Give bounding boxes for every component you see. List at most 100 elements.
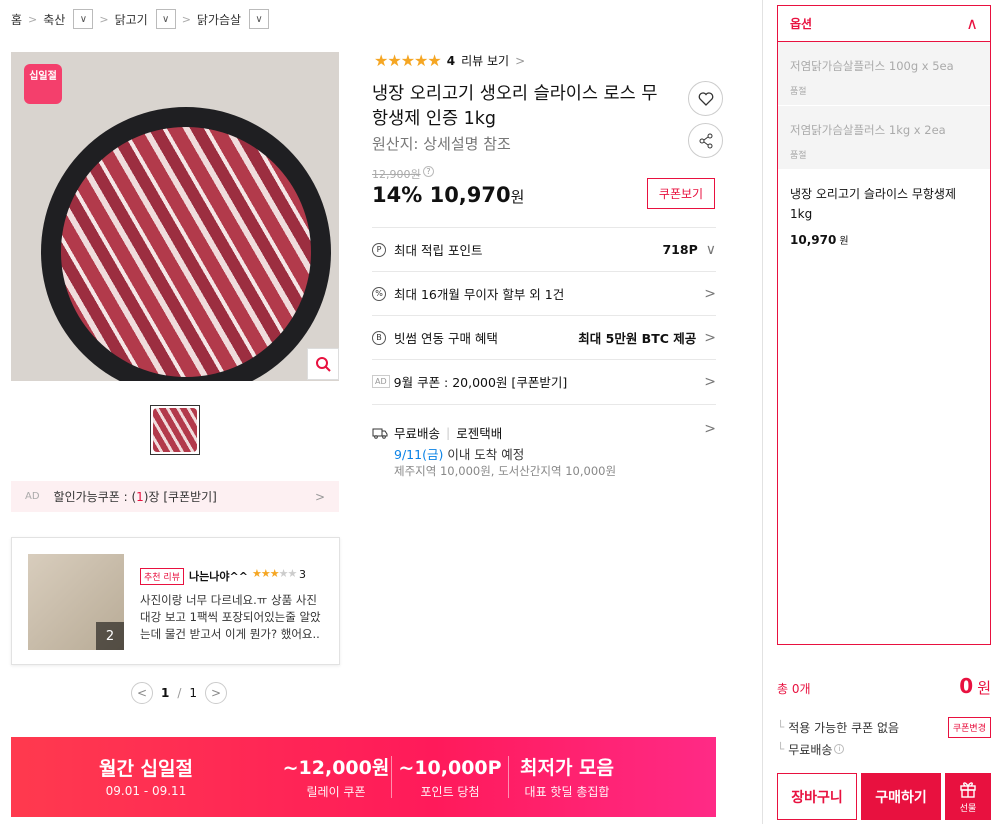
banner-point-small: 포인트 당첨 (420, 784, 480, 799)
review-text: 사진이랑 너무 다르네요.ㅠ 상품 사진 대강 보고 1팩씩 포장되어있는줄 알… (140, 593, 321, 641)
zoom-button[interactable] (307, 348, 339, 380)
bullet: └ (777, 742, 785, 756)
review-score: 3 (299, 568, 306, 581)
installment-label: 최대 16개월 무이자 할부 외 1건 (394, 287, 565, 302)
option-selected[interactable]: 냉장 오리고기 슬라이스 무항생제 1kg 10,970 원 (778, 170, 990, 261)
event-banner[interactable]: 월간 십일절 09.01 - 09.11 ~12,000원 릴레이 쿠폰 ~10… (11, 737, 716, 817)
share-button[interactable] (688, 123, 723, 158)
question-icon[interactable]: ? (423, 166, 434, 177)
prev-page-button[interactable]: < (131, 682, 153, 704)
selected-price-value: 10,970 (790, 233, 837, 247)
buy-button[interactable]: 구매하기 (861, 773, 941, 820)
search-icon (316, 357, 331, 372)
review-photo[interactable]: 2 (28, 554, 124, 650)
coupon-note: 적용 가능한 쿠폰 없음 (788, 720, 900, 735)
chevron-down-icon[interactable]: ∨ (73, 9, 94, 29)
cart-button[interactable]: 장바구니 (777, 773, 857, 820)
chevron-down-icon[interactable]: ∨ (155, 9, 176, 29)
shipping-row[interactable]: 무료배송 | 로젠택배 9/11(금) 이내 도착 예정 제주지역 10,000… (372, 404, 716, 479)
points-label: 최대 적립 포인트 (394, 243, 483, 258)
coupon-view-button[interactable]: 쿠폰보기 (647, 178, 715, 209)
option-item[interactable]: 저염닭가슴살플러스 100g x 5ea 품절 (778, 42, 990, 106)
review-stars: ★★★★★ (252, 567, 298, 580)
chevron-right-icon: > (704, 373, 716, 390)
sale-price: 14% 10,970원 (372, 183, 524, 207)
truck-icon (372, 428, 388, 439)
star-filled-icon: ★★★ (252, 567, 280, 580)
ad-coupon-suffix: )장 [쿠폰받기] (143, 490, 217, 504)
chevron-down-icon: ∨ (705, 241, 716, 258)
points-row[interactable]: P 최대 적립 포인트 718P ∨ (372, 227, 716, 271)
total-pages: 1 (189, 686, 198, 700)
selected-price-unit: 원 (839, 236, 849, 247)
banner-deal-block: 최저가 모음 대표 핫딜 총집합 (509, 755, 625, 800)
chevron-right-icon: > (28, 12, 38, 26)
breadcrumb-level2[interactable]: 닭고기 (115, 11, 148, 28)
installment-row[interactable]: % 최대 16개월 무이자 할부 외 1건 > (372, 271, 716, 315)
chevron-right-icon: > (704, 421, 716, 437)
breadcrumb-home[interactable]: 홈 (11, 11, 22, 28)
ad-tag: AD (372, 375, 390, 388)
review-pager: < 1 / 1 > (131, 682, 228, 704)
total-count: 총 0개 (777, 682, 811, 696)
option-status: 품절 (790, 87, 807, 97)
total-price: 0원 (959, 674, 991, 698)
banner-point-big: ~10,000P (398, 756, 502, 779)
monthly-coupon-row[interactable]: AD 9월 쿠폰 : 20,000원 [쿠폰받기] > (372, 359, 716, 403)
btc-row[interactable]: B 빗썸 연동 구매 혜택 최대 5만원 BTC 제공 > (372, 315, 716, 359)
chevron-right-icon: > (515, 53, 526, 68)
breadcrumb-level1[interactable]: 축산 (43, 11, 65, 28)
ad-coupon-prefix: 할인가능쿠폰 : ( (53, 490, 137, 504)
chevron-right-icon: > (704, 329, 716, 346)
breadcrumb: 홈 > 축산 ∨ > 닭고기 ∨ > 닭가슴살 ∨ (11, 9, 270, 29)
product-origin: 원산지: 상세설명 참조 (372, 135, 511, 153)
gift-button[interactable]: 선물 (945, 773, 991, 820)
percent-icon: % (372, 286, 386, 301)
next-page-button[interactable]: > (205, 682, 228, 704)
thumbnail[interactable] (150, 405, 200, 455)
option-name: 저염닭가슴살플러스 100g x 5ea (790, 59, 954, 73)
meat-graphic (61, 127, 311, 377)
monthly-coupon-label: 9월 쿠폰 : 20,000원 [쿠폰받기] (393, 375, 568, 390)
chevron-down-icon[interactable]: ∨ (249, 9, 270, 29)
btc-value: 최대 5만원 BTC 제공 (578, 331, 697, 346)
coupon-change-button[interactable]: 쿠폰변경 (947, 716, 991, 738)
chevron-up-icon[interactable]: ∧ (966, 14, 978, 33)
btc-label: 빗썸 연동 구매 혜택 (394, 331, 498, 346)
option-header[interactable]: 옵션 ∧ (778, 6, 990, 42)
option-name: 저염닭가슴살플러스 1kg x 2ea (790, 123, 946, 137)
review-user: 나는나야^^ (189, 570, 248, 583)
banner-coupon-small: 릴레이 쿠폰 (306, 784, 366, 799)
page-sep: / (177, 686, 182, 700)
arrival-text: 이내 도착 예정 (447, 447, 525, 462)
info-icon[interactable]: i (834, 744, 845, 754)
discount-rate: 14% (372, 183, 423, 207)
price-value: 10,970 (429, 183, 511, 207)
arrival-date: 9/11(금) (394, 447, 444, 462)
ad-coupon-bar[interactable]: AD 할인가능쿠폰 : (1)장 [쿠폰받기] > (11, 481, 339, 512)
heart-icon (698, 91, 713, 106)
breadcrumb-level3[interactable]: 닭가슴살 (197, 11, 241, 28)
star-empty-icon: ★★ (278, 567, 298, 580)
rating-stars: ★★★★★ (374, 51, 442, 70)
banner-deal-small: 대표 핫딜 총집합 (524, 784, 610, 799)
product-title: 냉장 오리고기 생오리 슬라이스 로스 무항생제 인증 1kg (372, 84, 658, 129)
gift-icon (960, 781, 976, 798)
review-link[interactable]: 리뷰 보기 (461, 52, 509, 69)
review-tag: 추천 리뷰 (140, 568, 184, 585)
banner-coupon-block: ~12,000원 릴레이 쿠폰 (281, 755, 391, 800)
selected-option-price: 10,970 원 (790, 232, 978, 247)
review-card[interactable]: 2 추천 리뷰 나는나야^^ ★★★★★ 3 사진이랑 너무 다르네요.ㅠ 상품… (11, 537, 340, 665)
ad-coupon-count: 1 (136, 489, 144, 504)
rating-summary[interactable]: ★★★★★ 4 리뷰 보기 > (374, 51, 525, 70)
option-item[interactable]: 저염닭가슴살플러스 1kg x 2ea 품절 (778, 106, 990, 170)
chevron-right-icon: > (704, 285, 716, 302)
banner-deal-big: 최저가 모음 (519, 756, 614, 779)
chevron-right-icon: > (314, 489, 325, 504)
thumbnail-image (153, 408, 197, 452)
wishlist-button[interactable] (688, 81, 723, 116)
divider: | (446, 425, 451, 440)
panel-divider (762, 0, 763, 824)
option-header-label: 옵션 (790, 17, 813, 31)
banner-coupon-big: ~12,000원 (282, 756, 390, 779)
